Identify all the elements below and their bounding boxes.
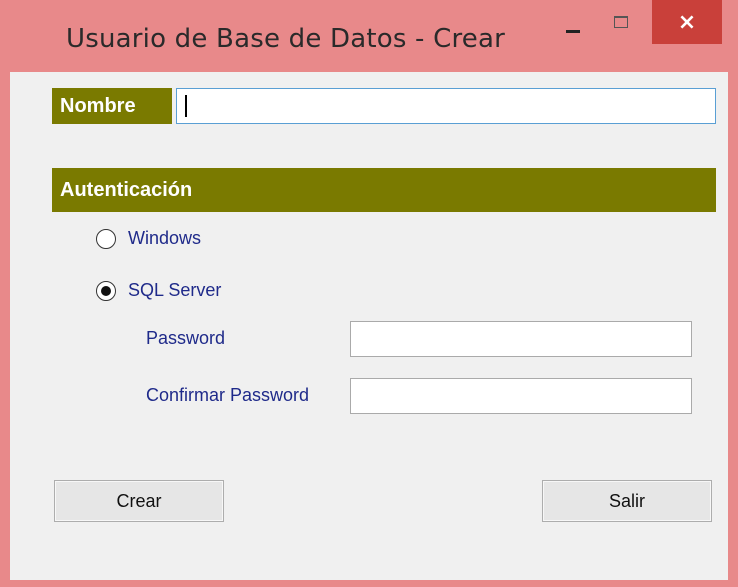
minimize-icon[interactable] — [566, 30, 580, 33]
authentication-header: Autenticación — [52, 168, 716, 212]
maximize-icon[interactable] — [614, 16, 628, 28]
radio-selected-dot — [101, 285, 111, 296]
confirm-password-label: Confirmar Password — [146, 385, 310, 405]
window-bottom-border — [0, 580, 738, 587]
window-title: Usuario de Base de Datos - Crear — [66, 24, 505, 54]
radio-windows-circle[interactable] — [96, 228, 116, 249]
nombre-input[interactable] — [176, 88, 716, 124]
password-input[interactable] — [350, 321, 692, 357]
create-button[interactable]: Crear — [54, 480, 224, 522]
text-caret — [185, 95, 187, 117]
dialog-window: Usuario de Base de Datos - Crear × Nombr… — [0, 0, 738, 587]
close-icon[interactable]: × — [652, 0, 722, 44]
exit-button[interactable]: Salir — [542, 480, 712, 522]
confirm-password-input[interactable] — [350, 378, 692, 414]
dialog-body: Nombre Autenticación Windows SQL Server … — [10, 72, 728, 580]
radio-windows[interactable]: Windows — [96, 228, 201, 249]
password-label: Password — [146, 328, 226, 348]
nombre-label: Nombre — [52, 88, 172, 124]
radio-sql-server[interactable]: SQL Server — [96, 280, 221, 301]
radio-windows-label: Windows — [128, 228, 202, 248]
radio-sql-server-label: SQL Server — [128, 280, 222, 300]
title-bar[interactable]: Usuario de Base de Datos - Crear × — [0, 0, 738, 72]
radio-sql-server-circle[interactable] — [96, 280, 116, 301]
